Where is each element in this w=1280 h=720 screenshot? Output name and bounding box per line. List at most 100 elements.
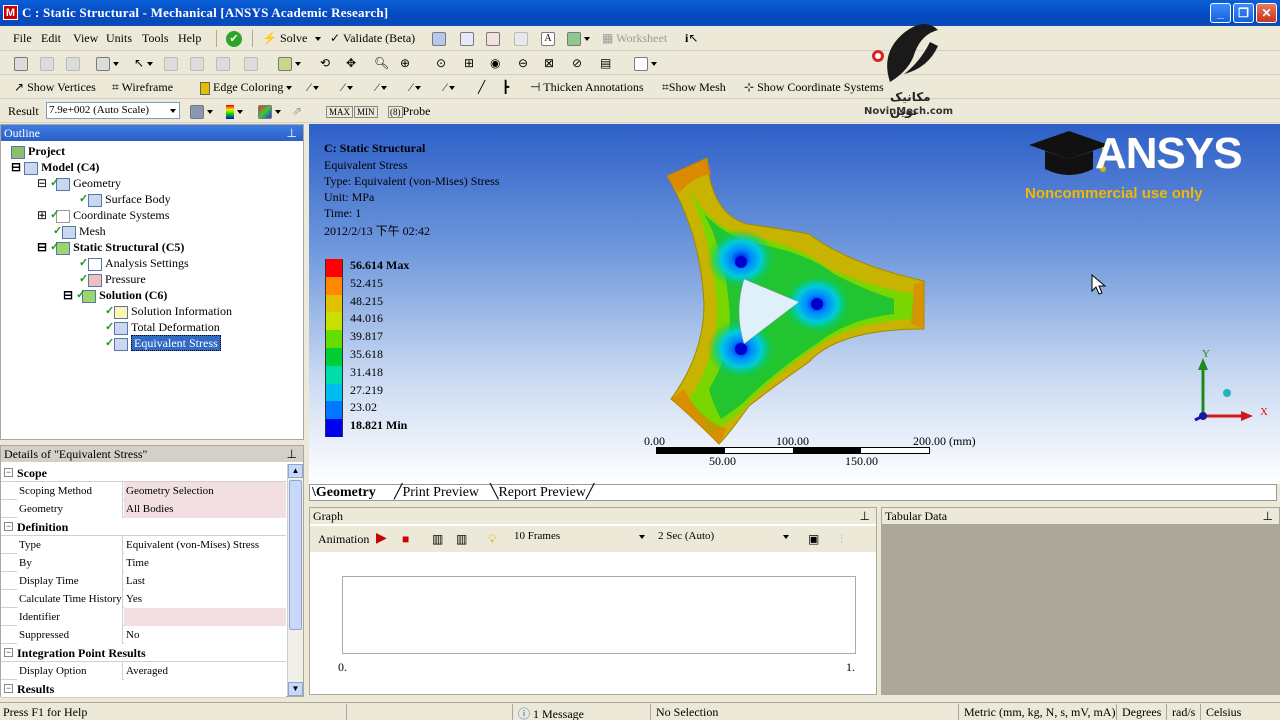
solution-status-icon[interactable]: ✔ xyxy=(226,26,242,50)
edge-style-5-icon[interactable]: ⁄ xyxy=(444,75,456,99)
tree-item-total-deformation[interactable]: ✓ Total Deformation xyxy=(105,319,220,335)
selection-type-icon[interactable] xyxy=(96,51,119,75)
pan-icon[interactable]: ✥ xyxy=(346,51,356,75)
scroll-down-icon[interactable]: ▼ xyxy=(288,682,303,696)
geometry-display-icon[interactable] xyxy=(190,99,213,123)
row-geometry[interactable]: Geometry All Bodies xyxy=(1,500,286,518)
zoom-box-icon[interactable]: ⊞ xyxy=(464,51,474,75)
row-display-time[interactable]: Display Time Last xyxy=(1,572,286,590)
thicken-annotations-button[interactable]: ⊣ Thicken Annotations xyxy=(530,75,644,99)
tree-item-mesh[interactable]: ✓ Mesh xyxy=(53,223,106,239)
show-vertices-button[interactable]: ↗ Show Vertices xyxy=(14,75,96,99)
probe-disabled-icon[interactable] xyxy=(514,26,528,50)
body-select-icon[interactable] xyxy=(244,51,258,75)
extend-selection-icon[interactable] xyxy=(278,51,301,75)
tree-filter-icon[interactable] xyxy=(66,51,80,75)
edge-style-1-icon[interactable]: ⁄ xyxy=(308,75,320,99)
duration-select[interactable]: 2 Sec (Auto) xyxy=(656,529,792,546)
select-mode-icon[interactable] xyxy=(14,51,28,75)
magnifier-icon[interactable]: ◉ xyxy=(490,51,500,75)
edge-style-3-icon[interactable]: ⁄ xyxy=(376,75,388,99)
solve-dropdown[interactable] xyxy=(312,26,321,50)
text-annotation-icon[interactable]: A xyxy=(541,26,555,50)
status-messages[interactable]: ⓘ 1 Message xyxy=(518,705,584,720)
tree-item-model[interactable]: ⊟ Model (C4) xyxy=(11,159,99,175)
status-temperature-unit[interactable]: Celsius xyxy=(1206,705,1241,720)
status-rate-unit[interactable]: rad/s xyxy=(1172,705,1195,720)
tree-item-solution-information[interactable]: ✓ Solution Information xyxy=(105,303,232,319)
previous-view-icon[interactable]: ⊖ xyxy=(518,51,528,75)
rotate-icon[interactable]: ⟲ xyxy=(320,51,330,75)
edge-coloring-button[interactable]: Edge Coloring xyxy=(200,75,293,99)
wireframe-button[interactable]: ⌗ Wireframe xyxy=(112,75,173,99)
tree-item-pressure[interactable]: ✓ Pressure xyxy=(79,271,146,287)
menu-file[interactable]: File xyxy=(13,26,32,50)
section-definition[interactable]: − Definition xyxy=(1,518,286,536)
table-icon[interactable] xyxy=(460,26,474,50)
minimize-button[interactable]: _ xyxy=(1210,3,1231,23)
info-icon[interactable]: i↖ xyxy=(685,26,698,50)
validate-button[interactable]: ✓ Validate (Beta) xyxy=(330,26,415,50)
play-icon[interactable]: ▶ xyxy=(376,527,387,551)
row-display-option[interactable]: Display Option Averaged xyxy=(1,662,286,680)
section-scope[interactable]: − Scope xyxy=(1,464,286,482)
image-icon[interactable] xyxy=(567,26,590,50)
details-pin-icon[interactable]: ⊥ xyxy=(287,446,297,462)
vertex-select-icon[interactable] xyxy=(190,51,204,75)
stop-icon[interactable]: ■ xyxy=(402,527,409,551)
contour-icon[interactable] xyxy=(226,99,243,123)
section-integration-point[interactable]: − Integration Point Results xyxy=(1,644,286,662)
tree-item-project[interactable]: Project xyxy=(11,143,65,159)
show-mesh-button[interactable]: ⌗Show Mesh xyxy=(662,75,726,99)
maximize-button[interactable]: ❐ xyxy=(1233,3,1254,23)
row-calculate-time-history[interactable]: Calculate Time History Yes xyxy=(1,590,286,608)
axis-triad-icon[interactable] xyxy=(1189,346,1269,426)
worksheet-button[interactable]: ▦ Worksheet xyxy=(602,26,667,50)
zoom-fit-icon[interactable]: ⊙ xyxy=(436,51,446,75)
row-identifier[interactable]: Identifier xyxy=(1,608,286,626)
zoom-icon[interactable]: 🔍︎ xyxy=(374,51,389,75)
tabular-pin-icon[interactable]: ⊥ xyxy=(1263,508,1273,524)
details-scrollbar[interactable]: ▲ ▼ xyxy=(287,464,303,696)
menu-tools[interactable]: Tools xyxy=(142,26,169,50)
tree-item-surface-body[interactable]: ✓ Surface Body xyxy=(79,191,171,207)
iso-view-icon[interactable]: ⊠ xyxy=(544,51,554,75)
chart-icon[interactable] xyxy=(432,26,446,50)
print-icon[interactable]: ▤ xyxy=(600,51,611,75)
menu-help[interactable]: Help xyxy=(178,26,201,50)
edge-select-icon[interactable] xyxy=(216,51,230,75)
box-zoom-icon[interactable]: ⊕ xyxy=(400,51,410,75)
solve-button[interactable]: ⚡ Solve xyxy=(262,26,307,50)
edge-split-icon[interactable]: ┣ xyxy=(502,75,509,99)
tree-item-equivalent-stress[interactable]: ✓ Equivalent Stress xyxy=(105,335,221,351)
graph-icon[interactable] xyxy=(486,26,500,50)
vector-icon[interactable]: ⇗ xyxy=(292,99,302,123)
menu-view[interactable]: View xyxy=(73,26,98,50)
graph-options-icon[interactable]: ⫶ xyxy=(840,527,843,551)
row-by[interactable]: By Time xyxy=(1,554,286,572)
next-view-icon[interactable]: ⊘ xyxy=(572,51,582,75)
scale-select[interactable]: 7.9e+002 (Auto Scale) xyxy=(46,102,180,119)
tree-item-static-structural[interactable]: ⊟ ✓ Static Structural (C5) xyxy=(37,239,184,255)
export-video-icon[interactable]: ▣ xyxy=(808,527,819,551)
edge-style-2-icon[interactable]: ⁄ xyxy=(342,75,354,99)
menu-units[interactable]: Units xyxy=(106,26,132,50)
frames-icon[interactable]: ▥ xyxy=(432,527,443,551)
row-scoping-method[interactable]: Scoping Method Geometry Selection xyxy=(1,482,286,500)
edges-display-icon[interactable] xyxy=(258,99,281,123)
row-type[interactable]: Type Equivalent (von-Mises) Stress xyxy=(1,536,286,554)
tree-item-analysis-settings[interactable]: ✓ Analysis Settings xyxy=(79,255,189,271)
pin-icon[interactable]: ⊥ xyxy=(287,125,297,141)
scroll-up-icon[interactable]: ▲ xyxy=(288,464,303,478)
cursor-mode-icon[interactable]: ↖ xyxy=(134,51,154,75)
tab-print-preview[interactable]: ╱Print Preview xyxy=(394,485,479,501)
graphics-viewport[interactable]: C: Static Structural Equivalent Stress T… xyxy=(309,124,1280,484)
max-label-icon[interactable]: MAX xyxy=(326,99,354,123)
box-select-icon[interactable] xyxy=(164,51,178,75)
scroll-thumb[interactable] xyxy=(289,480,302,630)
tab-report-preview[interactable]: ╲Report Preview╱ xyxy=(490,485,594,501)
edge-thick-icon[interactable]: ╱ xyxy=(478,75,485,99)
tab-geometry[interactable]: \Geometry xyxy=(312,485,376,501)
edge-style-4-icon[interactable]: ⁄ xyxy=(410,75,422,99)
tree-item-coordinate-systems[interactable]: ⊞ ✓ Coordinate Systems xyxy=(37,207,169,223)
